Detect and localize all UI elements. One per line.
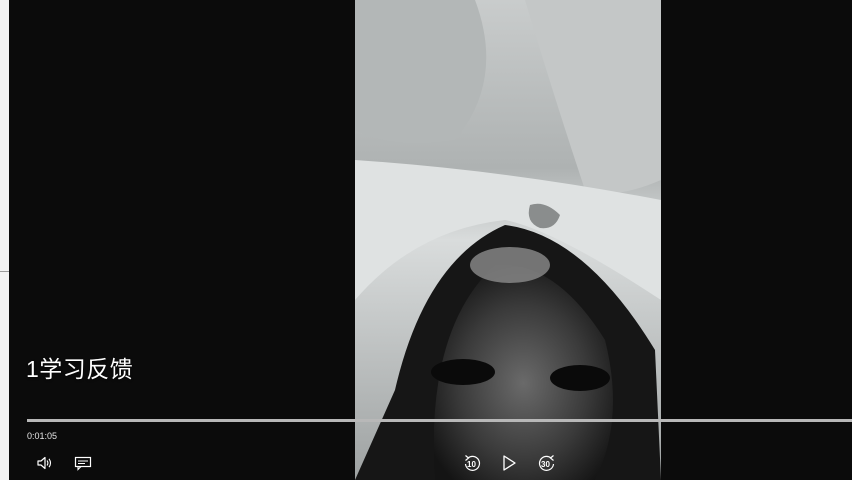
window-edge	[0, 0, 9, 480]
skip-back-seconds: 10	[467, 460, 476, 469]
skip-forward-button[interactable]: 30	[537, 453, 557, 473]
current-time: 0:01:05	[27, 431, 58, 441]
volume-icon	[37, 456, 52, 470]
skip-back-button[interactable]: 10	[462, 453, 482, 473]
skip-forward-seconds: 30	[541, 460, 550, 469]
video-frame[interactable]	[355, 0, 661, 480]
captions-button[interactable]	[74, 455, 92, 471]
volume-button[interactable]	[36, 455, 54, 471]
progress-bar[interactable]	[27, 419, 852, 422]
video-still	[355, 0, 661, 480]
play-button[interactable]	[501, 454, 517, 472]
video-title: 1学习反馈	[26, 356, 134, 382]
play-icon	[503, 455, 516, 471]
captions-icon	[74, 456, 92, 471]
edge-tick	[0, 271, 9, 272]
progress-fill	[27, 419, 852, 422]
video-player[interactable]: 1学习反馈 0:01:05 10 30	[0, 0, 852, 480]
